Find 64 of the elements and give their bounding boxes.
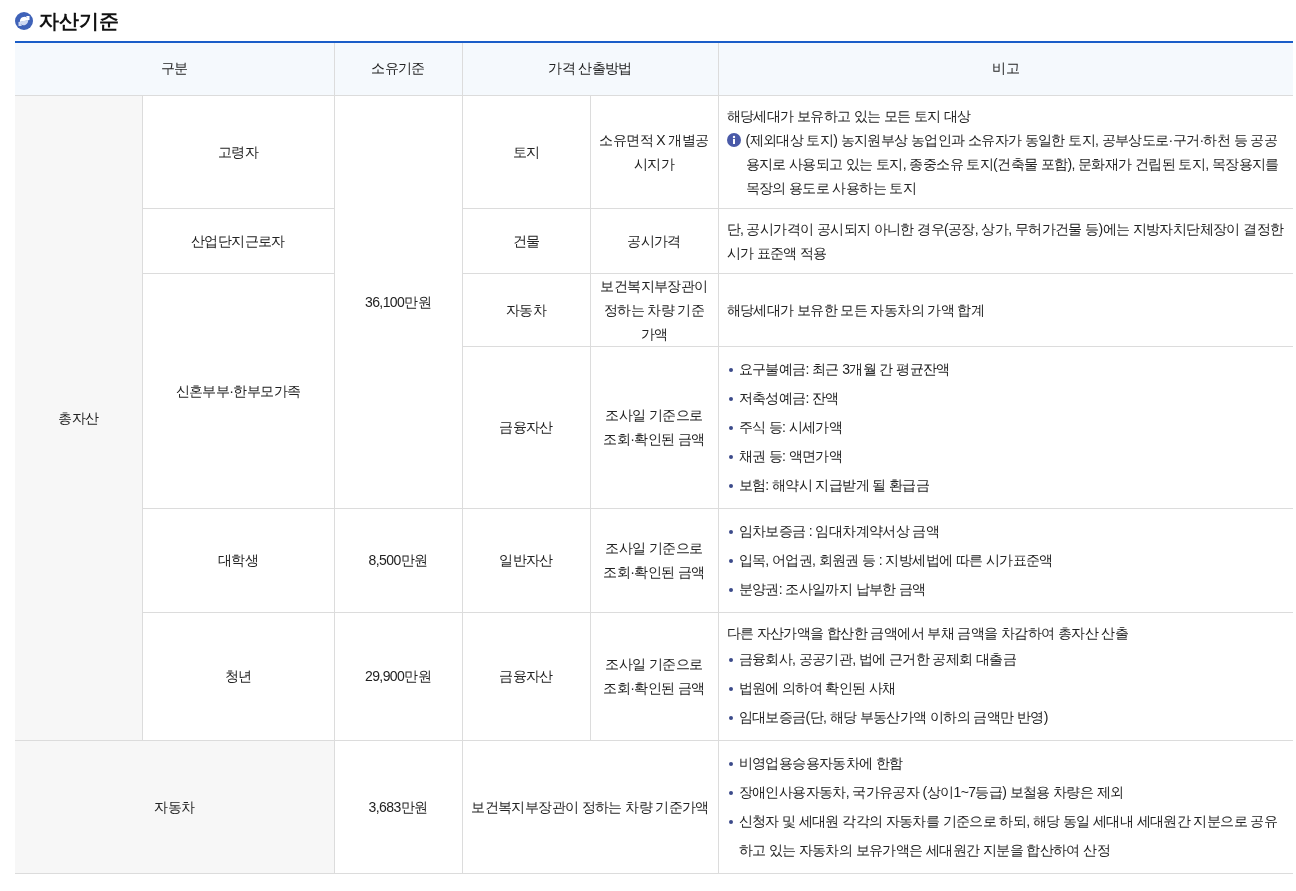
bullet-icon — [728, 529, 733, 534]
bullet-text: 저축성예금: 잔액 — [738, 388, 839, 408]
table-cell: 청년 — [142, 612, 334, 740]
bullet-text: 금융회사, 공공기관, 법에 근거한 공제회 대출금 — [738, 649, 1017, 669]
table-cell: 일반자산 — [462, 508, 590, 612]
bullet-text: 임대보증금(단, 해당 부동산가액 이하의 금액만 반영) — [738, 707, 1048, 727]
table-cell: 3,683만원 — [334, 740, 462, 873]
column-header: 구분 — [15, 42, 334, 95]
bullet-icon — [728, 686, 733, 691]
table-cell: 보건복지부장관이 정하는 차량 기준가액 — [590, 273, 718, 346]
table-cell: 8,500만원 — [334, 508, 462, 612]
column-header: 비고 — [718, 42, 1293, 95]
table-cell: 고령자 — [142, 95, 334, 208]
table-cell: 소유면적 X 개별공시지가 — [590, 95, 718, 208]
bullet-icon — [728, 761, 733, 766]
table-cell: 금융자산 — [462, 346, 590, 508]
note-text: 단, 공시가격이 공시되지 아니한 경우(공장, 상가, 무허가건물 등)에는 지방자치단체장이 결정한 시가 표준액 적용 — [726, 219, 1285, 263]
bullet-icon — [728, 558, 733, 563]
bullet-text: 보험: 해약시 지급받게 될 환급금 — [738, 475, 930, 495]
table-cell: 총자산 — [15, 95, 142, 740]
bullet-text: 법원에 의하여 확인된 사채 — [738, 678, 896, 698]
info-icon — [726, 132, 741, 147]
bullet-icon — [728, 454, 733, 459]
note-text: 다른 자산가액을 합산한 금액에서 부채 금액을 차감하여 총자산 산출 — [726, 623, 1130, 643]
section-title: 자산기준 — [39, 9, 119, 34]
bullet-icon — [728, 715, 733, 720]
table-cell: 건물 — [462, 208, 590, 273]
bullet-icon — [728, 367, 733, 372]
bullet-text: 신청자 및 세대원 각각의 자동차를 기준으로 하되, 해당 동일 세대내 세대원간 지분으로 공유하고 있는 자동차의 보유가액은 세대원간 지분을 합산하여 산정 — [738, 811, 1279, 860]
bullet-icon — [728, 657, 733, 662]
bullet-icon — [728, 396, 733, 401]
bullet-icon — [728, 790, 733, 795]
bullet-text: 주식 등: 시세가액 — [738, 417, 843, 437]
bullet-text: 요구불예금: 최근 3개월 간 평균잔액 — [738, 359, 950, 379]
bullet-text: 임차보증금 : 임대차계약서상 금액 — [738, 521, 940, 541]
table-cell: 36,100만원 — [334, 95, 462, 508]
table-cell: 공시가격 — [590, 208, 718, 273]
bullet-text: 장애인사용자동차, 국가유공자 (상이1~7등급) 보철용 차량은 제외 — [738, 782, 1124, 802]
bullet-icon — [728, 587, 733, 592]
table-cell: 대학생 — [142, 508, 334, 612]
bullet-text: 입목, 어업권, 회원권 등 : 지방세법에 따른 시가표준액 — [738, 550, 1053, 570]
bullet-text: 분양권: 조사일까지 납부한 금액 — [738, 579, 926, 599]
table-cell: 조사일 기준으로 조회·확인된 금액 — [590, 612, 718, 740]
table-cell: 산업단지근로자 — [142, 208, 334, 273]
bullet-icon — [728, 819, 733, 824]
note-text: (제외대상 토지) 농지원부상 농업인과 소유자가 동일한 토지, 공부상도로·구거·하천 등 공공용지로 사용되고 있는 토지, 종중소유 토지(건축물 포함), 문화재가 건립된 토지, 목장용지를 목장의 용도로 사용하는 토지 — [745, 130, 1280, 198]
bullet-text: 비영업용승용자동차에 한함 — [738, 753, 903, 773]
table-cell: 조사일 기준으로 조회·확인된 금액 — [590, 508, 718, 612]
title-logo-icon — [15, 12, 33, 30]
column-header: 가격 산출방법 — [462, 42, 718, 95]
table-cell: 자동차 — [15, 740, 334, 873]
bullet-text: 채권 등: 액면가액 — [738, 446, 843, 466]
table-cell: 신혼부부·한부모가족 — [142, 273, 334, 508]
table-cell: 금융자산 — [462, 612, 590, 740]
table-cell: 29,900만원 — [334, 612, 462, 740]
table-cell: 조사일 기준으로 조회·확인된 금액 — [590, 346, 718, 508]
note-text: 해당세대가 보유한 모든 자동차의 가액 합계 — [726, 300, 986, 320]
bullet-icon — [728, 425, 733, 430]
column-header: 소유기준 — [334, 42, 462, 95]
note-text: 해당세대가 보유하고 있는 모든 토지 대상 — [726, 106, 972, 126]
table-cell: 토지 — [462, 95, 590, 208]
table-cell: 보건복지부장관이 정하는 차량 기준가액 — [462, 740, 718, 873]
bullet-icon — [728, 483, 733, 488]
table-cell: 자동차 — [462, 273, 590, 346]
